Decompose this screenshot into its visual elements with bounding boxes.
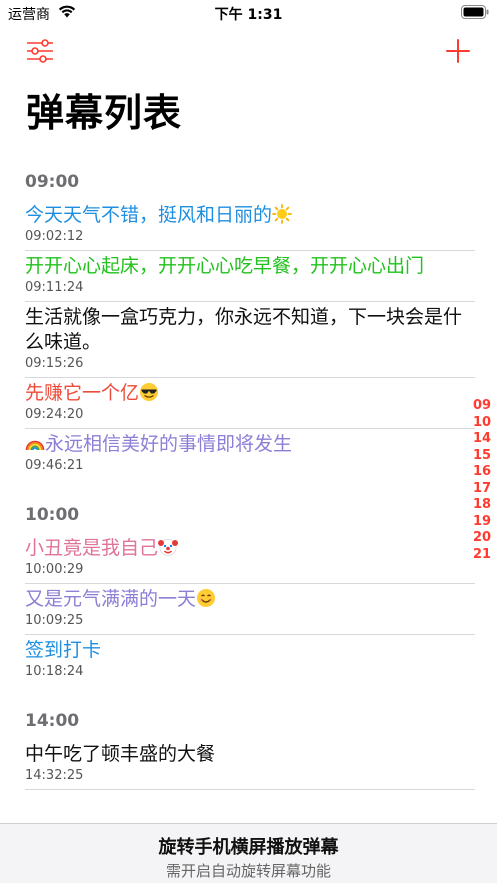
section-header: 10:00 [0, 499, 475, 533]
item-text-content: 签到打卡 [25, 639, 102, 661]
screen: 运营商 下午 1:31 弹幕列表 09:00 今天天气不错，挺风和日丽的 09:… [0, 0, 497, 883]
item-text: 又是元气满满的一天 [25, 587, 475, 612]
item-time: 09:11:24 [25, 280, 84, 295]
list-item[interactable]: 生活就像一盒巧克力，你永远不知道，下一块会是什么味道。 09:15:26 [0, 302, 475, 378]
smiling-face-icon [197, 589, 216, 607]
item-text-content: 中午吃了顿丰盛的大餐 [25, 743, 216, 765]
item-text-content: 今天天气不错，挺风和日丽的 [25, 204, 273, 226]
item-text: 生活就像一盒巧克力，你永远不知道，下一块会是什么味道。 [25, 305, 475, 355]
item-time: 09:02:12 [25, 229, 84, 244]
item-time: 14:32:25 [25, 768, 84, 783]
status-time: 下午 1:31 [214, 7, 283, 23]
item-text: 签到打卡 [25, 638, 475, 663]
index-item-20[interactable]: 20 [471, 530, 493, 547]
index-item-18[interactable]: 18 [471, 497, 493, 514]
item-time: 10:09:25 [25, 613, 84, 628]
item-text: 今天天气不错，挺风和日丽的 [25, 203, 475, 228]
rotate-hint-bar[interactable]: 旋转手机横屏播放弹幕 需开启自动旋转屏幕功能 [0, 823, 497, 883]
item-text-content: 又是元气满满的一天 [25, 588, 197, 610]
rotate-hint-subtitle: 需开启自动旋转屏幕功能 [165, 862, 331, 880]
section-header: 09:00 [0, 166, 475, 200]
list-item[interactable]: 签到打卡 10:18:24 [0, 635, 475, 686]
index-item-19[interactable]: 19 [471, 514, 493, 531]
section-header: 14:00 [0, 705, 475, 739]
item-time: 10:00:29 [25, 562, 84, 577]
index-item-14[interactable]: 14 [471, 431, 493, 448]
page-title: 弹幕列表 [26, 91, 183, 135]
item-time: 09:24:20 [25, 407, 84, 422]
list-item[interactable]: 今天天气不错，挺风和日丽的 09:02:12 [0, 200, 475, 251]
item-time: 09:15:26 [25, 356, 84, 371]
status-bar: 运营商 下午 1:31 [0, 0, 497, 26]
item-text: 开开心心起床，开开心心吃早餐，开开心心出门 [25, 254, 475, 279]
item-text: 小丑竟是我自己 [25, 536, 475, 561]
add-button[interactable] [445, 38, 471, 64]
list-item[interactable]: 开开心心起床，开开心心吃早餐，开开心心出门 09:11:24 [0, 251, 475, 302]
item-text-content: 开开心心起床，开开心心吃早餐，开开心心出门 [25, 255, 425, 277]
index-item-10[interactable]: 10 [471, 415, 493, 432]
list-item[interactable]: 中午吃了顿丰盛的大餐 14:32:25 [0, 739, 475, 790]
sun-icon [272, 204, 292, 224]
index-item-15[interactable]: 15 [471, 448, 493, 465]
index-item-17[interactable]: 17 [471, 481, 493, 498]
rotate-hint-title: 旋转手机横屏播放弹幕 [158, 837, 339, 858]
item-text-content: 永远相信美好的事情即将发生 [45, 433, 293, 455]
item-time: 10:18:24 [25, 664, 84, 679]
danmaku-list: 09:00 今天天气不错，挺风和日丽的 09:02:12 开开心心起床，开开心心… [0, 166, 475, 790]
item-text: 先赚它一个亿 [25, 381, 475, 406]
index-item-09[interactable]: 09 [471, 398, 493, 415]
battery-icon [461, 5, 489, 19]
list-item[interactable]: 永远相信美好的事情即将发生 09:46:21 [0, 429, 475, 480]
list-item[interactable]: 又是元气满满的一天 10:09:25 [0, 584, 475, 635]
rainbow-icon [25, 440, 45, 451]
item-text: 中午吃了顿丰盛的大餐 [25, 742, 475, 767]
list-item[interactable]: 小丑竟是我自己 10:00:29 [0, 533, 475, 584]
list-item[interactable]: 先赚它一个亿 09:24:20 [0, 378, 475, 429]
clown-face-icon [158, 539, 179, 556]
item-text: 永远相信美好的事情即将发生 [25, 432, 475, 457]
item-time: 09:46:21 [25, 458, 84, 473]
index-item-16[interactable]: 16 [471, 464, 493, 481]
item-text-content: 小丑竟是我自己 [25, 537, 159, 559]
sunglasses-face-icon [140, 383, 159, 401]
section-index: 09 10 14 15 16 17 18 19 20 21 [471, 398, 493, 563]
filter-settings-button[interactable] [26, 38, 54, 64]
item-text-content: 生活就像一盒巧克力，你永远不知道，下一块会是什么味道。 [25, 306, 463, 353]
index-item-21[interactable]: 21 [471, 547, 493, 564]
item-text-content: 先赚它一个亿 [25, 382, 140, 404]
